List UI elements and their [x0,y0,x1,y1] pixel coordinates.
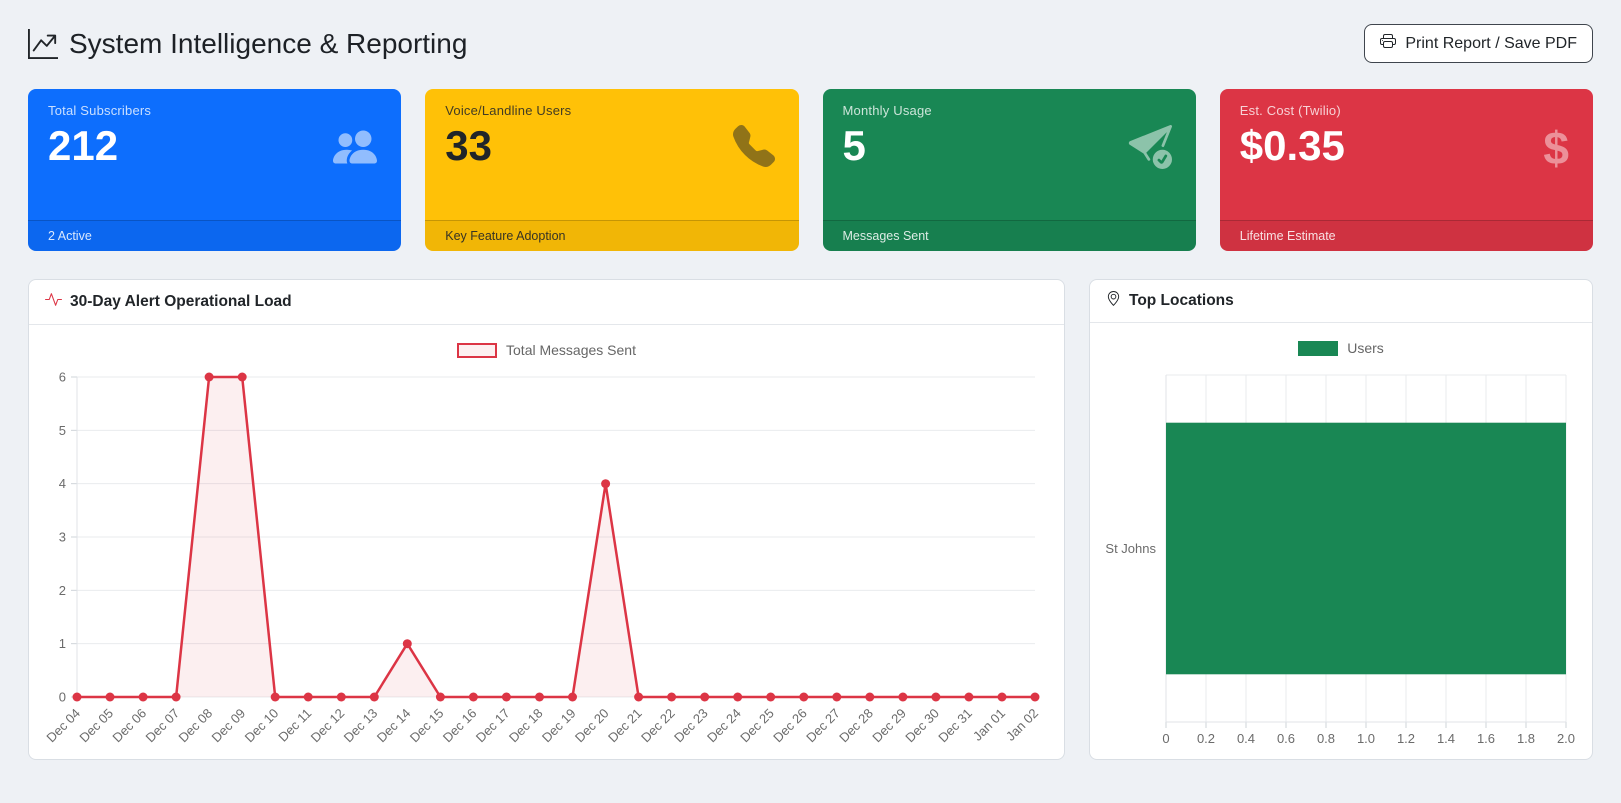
printer-icon [1380,33,1396,54]
svg-text:Dec 18: Dec 18 [506,706,546,746]
people-icon [333,125,377,169]
svg-text:Dec 24: Dec 24 [704,706,744,746]
stat-footer: Key Feature Adoption [425,220,798,251]
svg-text:Dec 11: Dec 11 [275,706,314,745]
dollar-icon: $ [1543,125,1569,171]
svg-text:0: 0 [59,690,66,705]
bar-chart-legend: Users [1106,335,1576,361]
svg-text:1: 1 [59,636,66,651]
svg-text:0.8: 0.8 [1317,731,1335,746]
svg-text:Dec 16: Dec 16 [440,706,480,746]
send-check-icon [1128,125,1172,169]
alert-load-panel-header: 30-Day Alert Operational Load [29,280,1064,325]
svg-text:Dec 22: Dec 22 [638,706,678,746]
svg-text:Dec 20: Dec 20 [572,706,612,746]
svg-text:Dec 30: Dec 30 [902,706,942,746]
stat-footer: 2 Active [28,220,401,251]
svg-text:Dec 13: Dec 13 [341,706,381,746]
svg-text:0.2: 0.2 [1197,731,1215,746]
stat-label: Est. Cost (Twilio) [1240,103,1573,118]
print-report-button[interactable]: Print Report / Save PDF [1364,24,1593,63]
svg-text:Dec 17: Dec 17 [473,706,513,746]
svg-text:Dec 09: Dec 09 [209,706,249,746]
svg-text:Dec 23: Dec 23 [671,706,711,746]
svg-text:4: 4 [59,476,66,491]
svg-text:Dec 31: Dec 31 [935,706,975,746]
alert-load-panel-title: 30-Day Alert Operational Load [70,293,292,311]
svg-text:Dec 26: Dec 26 [770,706,810,746]
legend-swatch-total-messages [457,343,497,358]
svg-text:5: 5 [59,423,66,438]
dashboard-page: System Intelligence & Reporting Print Re… [0,0,1621,760]
stat-card-est-cost: Est. Cost (Twilio) $0.35 $ Lifetime Esti… [1220,89,1593,251]
alert-load-panel: 30-Day Alert Operational Load Total Mess… [28,279,1065,760]
svg-text:Dec 15: Dec 15 [407,706,447,746]
stat-cards-row: Total Subscribers 212 2 Active Voice/Lan… [28,89,1593,251]
legend-swatch-users [1298,341,1338,356]
top-locations-panel: Top Locations Users 0 0.2 0.4 0.6 0.8 1.0 1.2 1… [1089,279,1593,760]
top-locations-panel-title: Top Locations [1129,292,1234,310]
topbar: System Intelligence & Reporting Print Re… [28,24,1593,63]
page-title-text: System Intelligence & Reporting [69,28,467,60]
stat-value: 5 [843,122,1176,170]
svg-text:Dec 25: Dec 25 [737,706,777,746]
stat-label: Voice/Landline Users [445,103,778,118]
stat-label: Total Subscribers [48,103,381,118]
svg-text:Dec 10: Dec 10 [242,706,282,746]
svg-text:Dec 29: Dec 29 [869,706,909,746]
telephone-icon [733,125,775,167]
activity-icon [45,291,62,313]
svg-text:0.6: 0.6 [1277,731,1295,746]
print-report-label: Print Report / Save PDF [1405,35,1577,53]
stat-footer: Messages Sent [823,220,1196,251]
geo-pin-icon [1106,291,1121,311]
svg-text:Dec 28: Dec 28 [836,706,876,746]
stat-label: Monthly Usage [843,103,1176,118]
svg-text:Dec 12: Dec 12 [308,706,348,746]
svg-text:Jan 01: Jan 01 [970,706,1008,744]
svg-text:Dec 08: Dec 08 [176,706,216,746]
page-title: System Intelligence & Reporting [28,28,467,60]
svg-text:St Johns: St Johns [1106,541,1156,556]
svg-text:0: 0 [1162,731,1169,746]
svg-text:Dec 19: Dec 19 [539,706,579,746]
svg-text:1.0: 1.0 [1357,731,1375,746]
top-locations-panel-header: Top Locations [1090,280,1592,323]
legend-label-total-messages: Total Messages Sent [506,342,636,358]
stat-value: 212 [48,122,381,170]
svg-text:1.8: 1.8 [1517,731,1535,746]
svg-text:1.2: 1.2 [1397,731,1415,746]
line-chart: 0123456Dec 04Dec 05Dec 06Dec 07Dec 08Dec… [45,365,1048,750]
svg-text:2.0: 2.0 [1557,731,1575,746]
svg-text:3: 3 [59,530,66,545]
legend-label-users: Users [1347,340,1384,356]
svg-text:1.6: 1.6 [1477,731,1495,746]
svg-text:6: 6 [59,370,66,385]
svg-text:Jan 02: Jan 02 [1003,706,1041,744]
svg-text:0.4: 0.4 [1237,731,1255,746]
svg-text:Dec 04: Dec 04 [45,706,83,746]
svg-text:Dec 27: Dec 27 [803,706,843,746]
line-chart-legend: Total Messages Sent [45,337,1048,363]
svg-text:2: 2 [59,583,66,598]
svg-text:Dec 14: Dec 14 [374,706,414,746]
stat-card-total-subscribers: Total Subscribers 212 2 Active [28,89,401,251]
stat-card-monthly-usage: Monthly Usage 5 Messages Sent [823,89,1196,251]
top-locations-panel-body: Users 0 0.2 0.4 0.6 0.8 1.0 1.2 1.4 1.6 1.8 2.0 St … [1090,323,1592,758]
stat-card-voice-landline-users: Voice/Landline Users 33 Key Feature Adop… [425,89,798,251]
bar-chart: 0 0.2 0.4 0.6 0.8 1.0 1.2 1.4 1.6 1.8 2.0 St Johns [1106,363,1576,748]
chart-panels-row: 30-Day Alert Operational Load Total Mess… [28,279,1593,760]
svg-text:1.4: 1.4 [1437,731,1455,746]
graph-up-arrow-icon [28,29,58,59]
svg-text:Dec 07: Dec 07 [142,706,182,746]
svg-text:Dec 21: Dec 21 [605,706,645,746]
alert-load-panel-body: Total Messages Sent 0123456Dec 04Dec 05D… [29,325,1064,760]
stat-value: 33 [445,122,778,170]
stat-footer: Lifetime Estimate [1220,220,1593,251]
svg-text:Dec 06: Dec 06 [109,706,149,746]
svg-text:Dec 05: Dec 05 [76,706,116,746]
stat-value: $0.35 [1240,122,1573,170]
